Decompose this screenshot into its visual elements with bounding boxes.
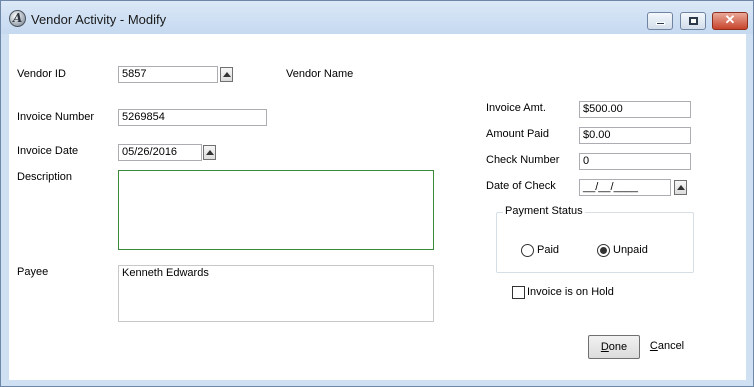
payee-label: Payee <box>17 266 49 278</box>
minimize-button[interactable] <box>647 12 673 30</box>
close-button[interactable]: ✕ <box>712 12 748 30</box>
minimize-icon <box>656 22 665 25</box>
window-title: Vendor Activity - Modify <box>31 12 167 27</box>
vendor-name-label: Vendor Name <box>286 68 354 80</box>
window-frame: Vendor Activity - Modify ✕ Vendor ID 585… <box>0 0 754 387</box>
invoice-amt-label: Invoice Amt. <box>486 102 546 114</box>
cancel-button-mnemonic: C <box>649 340 658 352</box>
date-of-check-label: Date of Check <box>486 180 556 192</box>
invoice-number-label: Invoice Number <box>17 111 95 123</box>
cancel-button[interactable]: Cancel <box>647 335 687 359</box>
maximize-button[interactable] <box>680 12 706 30</box>
date-of-check-picker-button[interactable] <box>674 180 687 195</box>
done-button[interactable]: Done <box>588 335 640 359</box>
paid-label: Paid <box>537 244 560 256</box>
cancel-button-label: ancel <box>657 340 685 352</box>
check-number-field[interactable]: 0 <box>579 153 691 170</box>
title-bar[interactable]: Vendor Activity - Modify ✕ <box>1 1 753 34</box>
on-hold-label: Invoice is on Hold <box>527 286 614 298</box>
payee-textarea[interactable]: Kenneth Edwards <box>118 265 434 322</box>
amount-paid-field[interactable]: $0.00 <box>579 127 691 144</box>
payment-status-title: Payment Status <box>503 205 585 217</box>
unpaid-radio[interactable] <box>597 244 610 257</box>
invoice-amt-field[interactable]: $500.00 <box>579 101 691 118</box>
description-label: Description <box>17 171 73 183</box>
done-button-mnemonic: D <box>600 341 609 353</box>
payment-status-group: Payment Status Paid Unpaid <box>496 205 694 273</box>
unpaid-label: Unpaid <box>613 244 648 256</box>
paid-radio[interactable] <box>521 244 534 257</box>
date-of-check-field[interactable]: __/__/____ <box>579 179 671 196</box>
invoice-number-field[interactable]: 5269854 <box>118 109 267 126</box>
close-icon: ✕ <box>724 12 736 27</box>
invoice-date-label: Invoice Date <box>17 145 79 157</box>
dialog-body: Vendor ID 5857 Vendor Name Invoice Numbe… <box>9 34 746 380</box>
invoice-date-field[interactable]: 05/26/2016 <box>118 144 202 161</box>
invoice-date-picker-button[interactable] <box>203 145 216 160</box>
done-button-label: one <box>608 341 628 353</box>
vendor-id-label: Vendor ID <box>17 68 66 80</box>
description-textarea[interactable] <box>118 170 434 250</box>
maximize-icon <box>689 17 698 25</box>
check-number-label: Check Number <box>486 154 560 166</box>
vendor-id-field[interactable]: 5857 <box>118 66 218 83</box>
vendor-id-lookup-button[interactable] <box>220 67 233 82</box>
app-logo-icon <box>9 10 26 27</box>
amount-paid-label: Amount Paid <box>486 128 549 140</box>
on-hold-checkbox[interactable] <box>512 286 525 299</box>
